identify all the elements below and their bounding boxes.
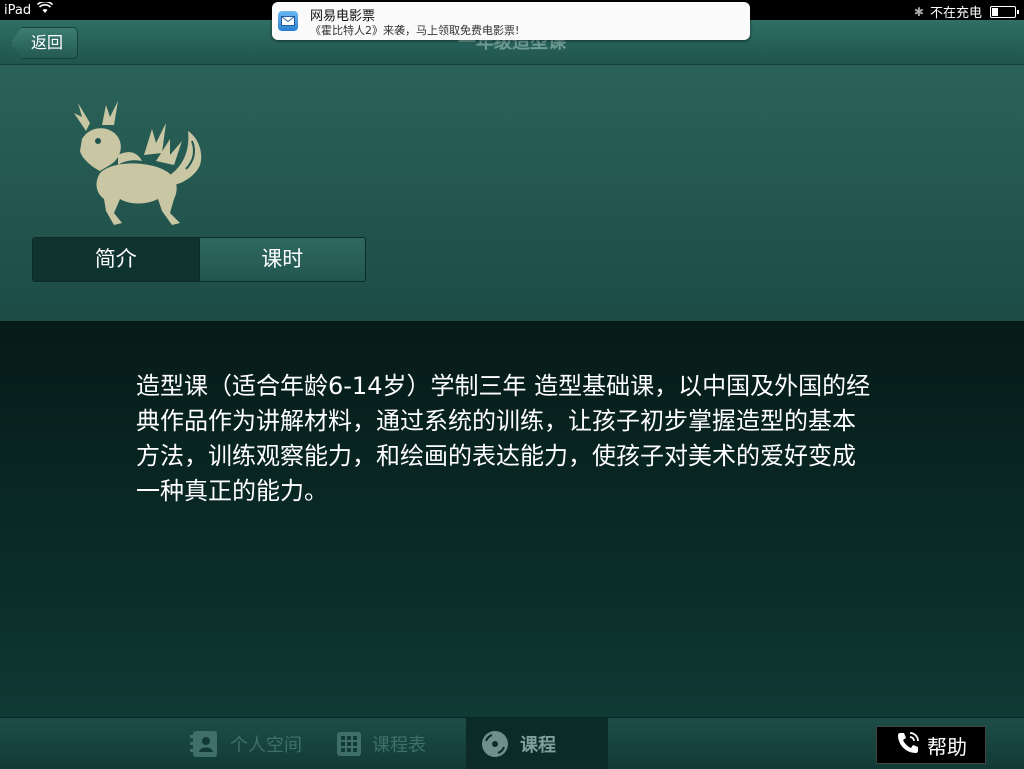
wifi-icon bbox=[37, 0, 54, 18]
tab-label: 个人空间 bbox=[230, 734, 302, 756]
battery-fill bbox=[992, 7, 998, 16]
phone-icon bbox=[895, 730, 921, 761]
back-button[interactable]: 返回 bbox=[10, 27, 79, 59]
segment-lessons[interactable]: 课时 bbox=[198, 238, 365, 281]
device-name: iPad bbox=[4, 2, 32, 18]
tab-courses[interactable]: 课程 bbox=[466, 718, 608, 769]
segment-intro[interactable]: 简介 bbox=[33, 238, 199, 281]
bluetooth-icon: ✱ bbox=[913, 4, 924, 19]
calendar-grid-icon bbox=[336, 731, 362, 757]
notification-message: 《霍比特人2》来袭，马上领取免费电影票! bbox=[310, 24, 520, 37]
help-button[interactable]: 帮助 bbox=[876, 726, 986, 764]
course-description: 造型课（适合年龄6-14岁）学制三年 造型基础课，以中国及外国的经典作品作为讲解… bbox=[136, 372, 871, 505]
notification-banner[interactable]: 网易电影票 《霍比特人2》来袭，马上领取免费电影票! bbox=[272, 2, 750, 40]
tab-label: 课程 bbox=[520, 734, 556, 756]
charging-status: 不在充电 bbox=[929, 6, 982, 21]
tab-schedule[interactable]: 课程表 bbox=[336, 718, 426, 769]
mail-icon bbox=[278, 11, 298, 31]
segmented-control: 简介 课时 bbox=[32, 237, 366, 282]
tab-bar: 个人空间 课程表 课程 帮助 bbox=[0, 717, 1024, 769]
content-panel: 造型课（适合年龄6-14岁）学制三年 造型基础课，以中国及外国的经典作品作为讲解… bbox=[0, 321, 1024, 717]
qilin-logo-icon bbox=[74, 101, 202, 225]
contacts-icon bbox=[190, 730, 220, 758]
tab-label: 课程表 bbox=[372, 734, 426, 756]
course-header: 简介 课时 bbox=[0, 65, 1024, 321]
help-label: 帮助 bbox=[927, 734, 967, 759]
tab-personal-space[interactable]: 个人空间 bbox=[190, 718, 302, 769]
disc-icon bbox=[480, 729, 510, 759]
battery-icon bbox=[990, 5, 1019, 18]
